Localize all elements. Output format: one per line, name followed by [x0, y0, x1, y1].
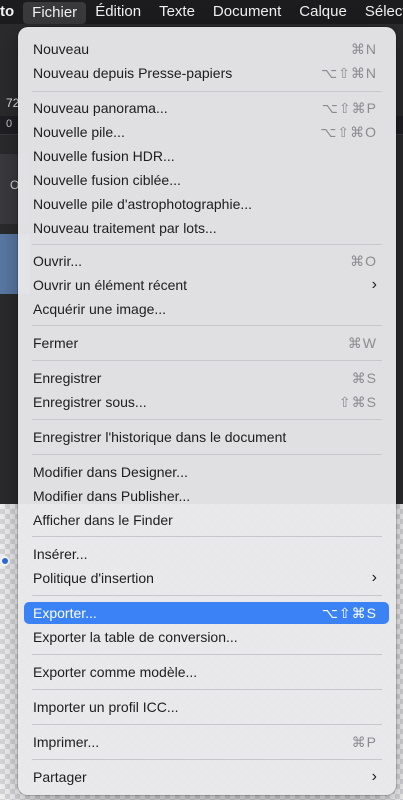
menu-item-inserer[interactable]: Insérer... [24, 543, 389, 565]
menu-item-shortcut: ⌥⇧⌘S [321, 605, 377, 621]
menu-item-label: Nouveau depuis Presse-papiers [33, 65, 233, 81]
menu-item-label: Modifier dans Publisher... [33, 488, 191, 504]
menu-item-label: Nouveau panorama... [33, 100, 168, 116]
menu-item-label: Fermer [33, 335, 79, 351]
menu-item-exporter-modele[interactable]: Exporter comme modèle... [24, 661, 389, 683]
menu-item-label: Afficher dans le Finder [33, 512, 173, 528]
submenu-chevron-icon: › [371, 569, 377, 586]
menu-item-shortcut: ⌥⇧⌘O [320, 124, 377, 140]
menu-separator [32, 419, 382, 420]
menu-item-label: Insérer... [33, 546, 88, 562]
menu-item-importer-icc[interactable]: Importer un profil ICC... [24, 696, 389, 718]
submenu-chevron-icon: › [371, 276, 377, 293]
menubar-fichier[interactable]: Fichier [23, 1, 87, 24]
menu-item-nouveau[interactable]: Nouveau ⌘N [24, 38, 389, 60]
menubar-document[interactable]: Document [204, 0, 290, 24]
menu-item-label: Exporter... [33, 605, 97, 621]
menu-item-label: Partager [33, 769, 87, 785]
menu-item-traitement-lots[interactable]: Nouveau traitement par lots... [24, 217, 389, 239]
submenu-chevron-icon: › [371, 768, 377, 785]
menu-separator [32, 759, 382, 760]
menu-item-exporter[interactable]: Exporter... ⌥⇧⌘S [24, 602, 389, 624]
menu-item-modifier-designer[interactable]: Modifier dans Designer... [24, 461, 389, 483]
menu-item-label: Acquérir une image... [33, 301, 167, 317]
menu-item-shortcut: ⌘P [351, 734, 377, 750]
menu-item-partager[interactable]: Partager › [24, 766, 389, 788]
menu-item-label: Exporter la table de conversion... [33, 629, 238, 645]
menu-separator [32, 325, 382, 326]
menubar-selection[interactable]: Sélecti [356, 0, 403, 24]
menu-item-pile-astro[interactable]: Nouvelle pile d'astrophotographie... [24, 193, 389, 215]
menu-item-label: Ouvrir... [33, 253, 83, 269]
menu-item-label: Enregistrer sous... [33, 394, 147, 410]
menu-item-label: Nouvelle fusion HDR... [33, 148, 175, 164]
menu-item-nouvelle-pile[interactable]: Nouvelle pile... ⌥⇧⌘O [24, 121, 389, 143]
menu-separator [32, 360, 382, 361]
file-menu-dropdown: Nouveau ⌘N Nouveau depuis Presse-papiers… [18, 27, 396, 795]
menu-item-shortcut: ⌥⇧⌘P [321, 100, 377, 116]
menu-item-modifier-publisher[interactable]: Modifier dans Publisher... [24, 485, 389, 507]
menu-item-fusion-hdr[interactable]: Nouvelle fusion HDR... [24, 145, 389, 167]
menu-item-label: Modifier dans Designer... [33, 464, 188, 480]
menu-item-shortcut: ⌘W [347, 335, 377, 351]
menu-item-label: Nouveau [33, 41, 90, 57]
menu-item-shortcut: ⌘O [350, 253, 377, 269]
menu-separator [32, 654, 382, 655]
menubar-app-name[interactable]: to [0, 0, 23, 24]
menu-item-enregistrer-sous[interactable]: Enregistrer sous... ⇧⌘S [24, 391, 389, 413]
menu-item-nouveau-panorama[interactable]: Nouveau panorama... ⌥⇧⌘P [24, 97, 389, 119]
menu-separator [32, 91, 382, 92]
menu-separator [32, 454, 382, 455]
menubar-texte[interactable]: Texte [150, 0, 204, 24]
menu-item-label: Enregistrer [33, 370, 102, 386]
menu-item-afficher-finder[interactable]: Afficher dans le Finder [24, 509, 389, 531]
menu-item-shortcut: ⌘N [350, 41, 377, 57]
menu-separator [32, 536, 382, 537]
menu-item-shortcut: ⇧⌘S [338, 394, 377, 410]
menu-item-shortcut: ⌥⇧⌘N [321, 65, 377, 81]
menu-item-label: Exporter comme modèle... [33, 664, 198, 680]
menubar-edition[interactable]: Édition [86, 0, 150, 24]
menu-item-enregistrer[interactable]: Enregistrer ⌘S [24, 367, 389, 389]
menu-item-politique-insertion[interactable]: Politique d'insertion › [24, 567, 389, 589]
menu-separator [32, 724, 382, 725]
menu-item-shortcut: ⌘S [351, 370, 377, 386]
menu-item-ouvrir[interactable]: Ouvrir... ⌘O [24, 250, 389, 272]
menu-item-label: Nouvelle fusion ciblée... [33, 172, 181, 188]
menu-item-label: Enregistrer l'historique dans le documen… [33, 429, 287, 445]
menu-item-label: Imprimer... [33, 734, 100, 750]
menu-item-label: Nouvelle pile d'astrophotographie... [33, 196, 253, 212]
menu-item-exporter-table-conversion[interactable]: Exporter la table de conversion... [24, 626, 389, 648]
menu-separator [32, 689, 382, 690]
selection-handle[interactable] [0, 556, 10, 566]
menubar-calque[interactable]: Calque [290, 0, 356, 24]
menu-item-label: Politique d'insertion [33, 570, 154, 586]
menu-item-label: Nouveau traitement par lots... [33, 220, 217, 236]
menu-item-acquerir-image[interactable]: Acquérir une image... [24, 298, 389, 320]
menu-item-imprimer[interactable]: Imprimer... ⌘P [24, 731, 389, 753]
ruler-tick: 0 [6, 118, 13, 130]
menu-separator [32, 595, 382, 596]
menu-item-enregistrer-historique[interactable]: Enregistrer l'historique dans le documen… [24, 426, 389, 448]
menu-item-fusion-ciblee[interactable]: Nouvelle fusion ciblée... [24, 169, 389, 191]
menubar: to Fichier Édition Texte Document Calque… [0, 0, 403, 24]
menu-item-ouvrir-recent[interactable]: Ouvrir un élément récent › [24, 274, 389, 296]
menu-item-label: Ouvrir un élément récent [33, 277, 188, 293]
menu-item-fermer[interactable]: Fermer ⌘W [24, 332, 389, 354]
menu-item-nouveau-presse-papiers[interactable]: Nouveau depuis Presse-papiers ⌥⇧⌘N [24, 62, 389, 84]
menu-item-label: Importer un profil ICC... [33, 699, 179, 715]
menu-separator [32, 244, 382, 245]
menu-item-label: Nouvelle pile... [33, 124, 125, 140]
